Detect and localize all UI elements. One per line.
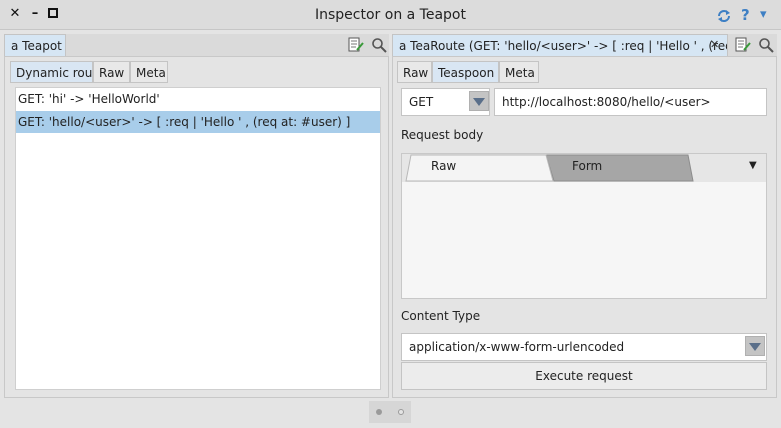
chevron-down-icon	[473, 98, 485, 106]
url-field[interactable]: http://localhost:8080/hello/<user>	[494, 88, 767, 116]
subtab-raw[interactable]: Raw	[397, 61, 432, 83]
subtab-raw[interactable]: Raw	[93, 61, 130, 83]
subtab-meta[interactable]: Meta	[499, 61, 539, 83]
close-window-button[interactable]: ✕	[7, 6, 23, 22]
search-icon[interactable]	[371, 37, 387, 56]
page-dot[interactable]	[398, 409, 404, 415]
subtab-meta[interactable]: Meta	[130, 61, 168, 83]
body-text-area[interactable]	[402, 182, 766, 298]
subtab-dynamic-routes[interactable]: Dynamic rou...	[10, 61, 93, 83]
request-body-label: Request body	[401, 128, 484, 142]
tab-tearoute[interactable]: a TeaRoute (GET: 'hello/<user>' -> [ :re…	[392, 34, 728, 56]
refresh-icon[interactable]	[715, 7, 733, 25]
chevron-down-icon	[749, 343, 761, 351]
window-menu-icon[interactable]: ▾	[760, 7, 774, 23]
window-title: Inspector on a Teapot	[315, 7, 466, 23]
content-type-dropdown-button[interactable]	[745, 336, 765, 356]
list-item-selected[interactable]: GET: 'hello/<user>' -> [ :req | 'Hello '…	[16, 111, 380, 133]
minimize-window-button[interactable]: –	[27, 6, 43, 22]
body-tab-form[interactable]: Form	[572, 159, 602, 173]
subtab-teaspoon[interactable]: Teaspoon	[432, 61, 499, 83]
content-type-label: Content Type	[401, 309, 481, 323]
list-item[interactable]: GET: 'hi' -> 'HelloWorld'	[16, 88, 380, 110]
body-tabs-menu-icon[interactable]: ▼	[749, 160, 757, 171]
execute-request-button[interactable]: Execute request	[401, 362, 767, 390]
close-tab-icon[interactable]: ✕	[710, 37, 724, 53]
maximize-window-button[interactable]	[45, 7, 61, 23]
tab-a-teapot[interactable]: a Teapot	[4, 34, 66, 56]
browse-icon[interactable]	[348, 37, 364, 56]
page-dot-active[interactable]	[376, 409, 382, 415]
body-tab-raw[interactable]: Raw	[431, 159, 456, 173]
maximize-icon	[48, 8, 58, 18]
help-icon[interactable]: ?	[741, 6, 755, 24]
browse-icon[interactable]	[735, 37, 751, 56]
content-type-select[interactable]: application/x-www-form-urlencoded	[401, 333, 767, 361]
search-icon[interactable]	[758, 37, 774, 56]
method-dropdown-button[interactable]	[469, 91, 489, 111]
